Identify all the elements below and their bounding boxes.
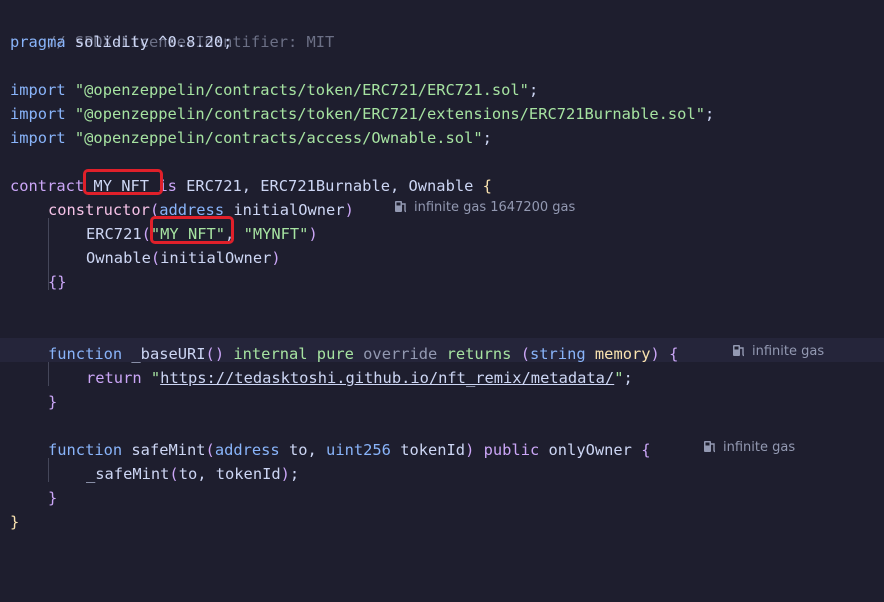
import-path: "@openzeppelin/contracts/token/ERC721/ER… xyxy=(74,81,529,99)
code-editor[interactable]: // SPDX-License-Identifier: MIT pragma s… xyxy=(0,0,884,602)
brace: { xyxy=(482,177,492,195)
metadata-url-link[interactable]: https://tedasktoshi.github.io/nft_remix/… xyxy=(160,369,614,387)
function-keyword: function xyxy=(48,345,123,363)
code-line[interactable]: pragma solidity ^0.8.20; xyxy=(10,30,232,54)
visibility-keyword: public xyxy=(483,441,540,459)
annotation-box-contract-name xyxy=(83,169,163,195)
paren: ( xyxy=(520,345,531,363)
type-keyword: string xyxy=(530,345,586,363)
contract-keyword: contract xyxy=(10,177,85,195)
ownable-call: Ownable xyxy=(86,249,151,267)
gas-estimate-safemint: infinite gas xyxy=(703,436,795,460)
paren: ) xyxy=(280,465,290,483)
return-keyword: return xyxy=(86,369,142,387)
code-line[interactable]: function _baseURI() internal pure overri… xyxy=(48,342,678,366)
param-name: tokenId xyxy=(390,441,466,459)
gas-estimate-baseuri: infinite gas xyxy=(732,340,824,364)
code-line[interactable]: } xyxy=(48,390,57,414)
code-line[interactable]: Ownable(initialOwner) xyxy=(86,246,281,270)
paren: ) xyxy=(344,201,354,219)
semicolon: ; xyxy=(289,465,300,483)
import-path: "@openzeppelin/contracts/token/ERC721/ex… xyxy=(74,105,705,123)
returns-keyword: returns xyxy=(446,345,512,363)
code-line[interactable]: import "@openzeppelin/contracts/access/O… xyxy=(10,126,492,150)
annotation-box-token-name xyxy=(150,216,234,244)
brace: } xyxy=(48,489,58,507)
gas-pump-icon xyxy=(733,345,745,357)
ownable-arg: initialOwner xyxy=(160,249,272,267)
paren: ) xyxy=(650,345,660,363)
paren: ) xyxy=(308,225,318,243)
import-keyword: import xyxy=(10,105,66,123)
paren: ( xyxy=(205,441,215,459)
paren: ) xyxy=(271,249,281,267)
gas-estimate-constructor: infinite gas 1647200 gas xyxy=(394,196,575,220)
param-name: to, xyxy=(279,441,327,459)
brace: } xyxy=(48,393,58,411)
safemint-call: _safeMint xyxy=(86,465,170,483)
paren: ) xyxy=(465,441,475,459)
code-line[interactable]: return "https://tedasktoshi.github.io/nf… xyxy=(86,366,633,390)
function-keyword: function xyxy=(48,441,123,459)
gas-pump-icon xyxy=(395,201,407,213)
gas-pump-icon xyxy=(704,441,716,453)
code-line[interactable]: } xyxy=(10,510,19,534)
empty-body: {} xyxy=(48,273,67,291)
memory-keyword: memory xyxy=(594,345,651,363)
type-keyword: uint256 xyxy=(326,441,391,459)
semicolon: ; xyxy=(623,369,633,387)
import-keyword: import xyxy=(10,81,66,99)
code-line[interactable]: function safeMint(address to, uint256 to… xyxy=(48,438,650,462)
contract-bases: ERC721, ERC721Burnable, Ownable xyxy=(176,177,483,195)
code-line[interactable]: // SPDX-License-Identifier: MIT xyxy=(10,6,334,51)
quote: " xyxy=(614,369,624,387)
type-keyword: address xyxy=(214,441,280,459)
brace: } xyxy=(10,513,20,531)
param-name: initialOwner xyxy=(224,201,345,219)
semicolon: ; xyxy=(704,105,715,123)
mutability-keyword: pure xyxy=(316,345,354,363)
brace: { xyxy=(641,441,651,459)
code-line[interactable]: _safeMint(to, tokenId); xyxy=(86,462,299,486)
constructor-keyword: constructor xyxy=(48,201,150,219)
code-line[interactable]: import "@openzeppelin/contracts/token/ER… xyxy=(10,78,538,102)
import-keyword: import xyxy=(10,129,66,147)
token-symbol-arg: "MYNFT" xyxy=(243,225,309,243)
modifier-name: onlyOwner xyxy=(548,441,632,459)
paren: ( xyxy=(150,249,161,267)
code-line[interactable]: import "@openzeppelin/contracts/token/ER… xyxy=(10,102,714,126)
erc721-call: ERC721 xyxy=(86,225,142,243)
import-path: "@openzeppelin/contracts/access/Ownable.… xyxy=(74,129,483,147)
gas-text: infinite gas xyxy=(752,344,825,359)
function-name: safeMint xyxy=(122,441,206,459)
quote: " xyxy=(150,369,161,387)
visibility-keyword: internal xyxy=(233,345,308,363)
code-line[interactable]: {} xyxy=(48,270,67,294)
gas-text: infinite gas 1647200 gas xyxy=(414,200,576,215)
paren: () xyxy=(205,345,225,363)
call-args: to, tokenId xyxy=(178,465,281,483)
pragma-keyword: pragma xyxy=(10,33,66,51)
code-line[interactable]: } xyxy=(48,486,57,510)
semicolon: ; xyxy=(482,129,492,147)
pragma-version: solidity ^0.8.20; xyxy=(65,33,233,51)
override-keyword: override xyxy=(363,345,438,363)
gas-text: infinite gas xyxy=(723,440,796,455)
function-name: _baseURI xyxy=(122,345,206,363)
brace: { xyxy=(669,345,679,363)
paren: ( xyxy=(169,465,179,483)
semicolon: ; xyxy=(528,81,539,99)
